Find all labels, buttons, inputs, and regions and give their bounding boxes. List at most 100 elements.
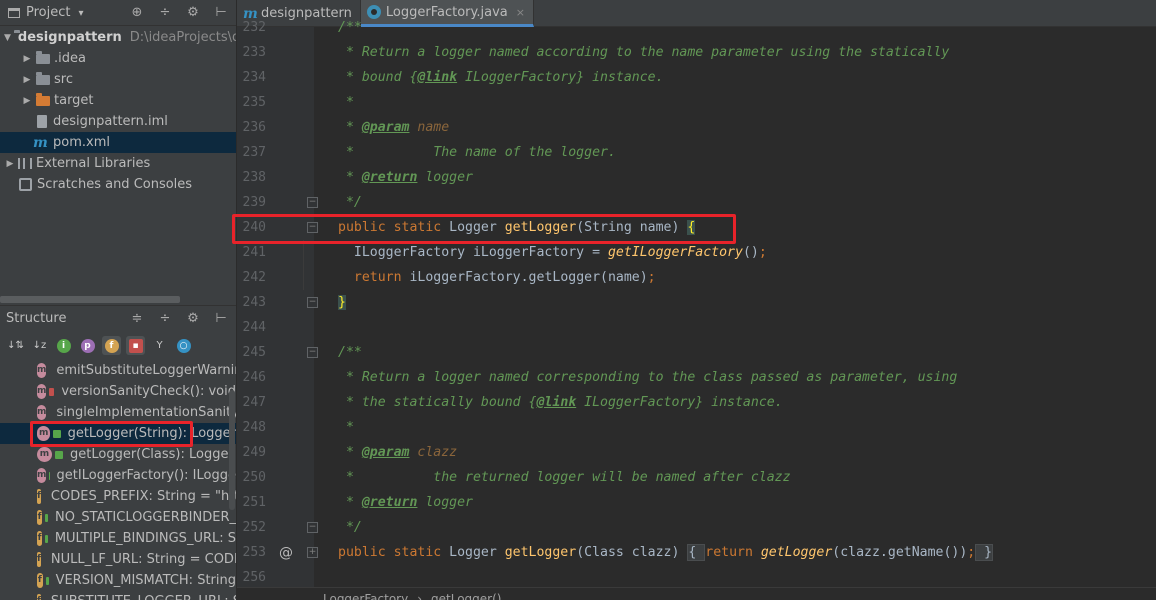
gear-icon[interactable]: ⚙: [184, 4, 202, 22]
annotation-highlight-code: [232, 214, 736, 244]
fold-toggle-icon[interactable]: −: [307, 522, 318, 533]
code-token: (clazz.getName()): [832, 545, 968, 560]
code-token: *: [338, 420, 354, 435]
expand-arrow-icon[interactable]: ▶: [4, 159, 16, 169]
project-path: D:\ideaProjects\de: [129, 30, 236, 45]
hide-icon[interactable]: ⊢: [212, 4, 230, 22]
code-line: 236 * @param name: [237, 115, 1156, 140]
tree-item[interactable]: Scratches and Consoles: [0, 174, 236, 195]
code-line: 251 * @return logger: [237, 490, 1156, 515]
code-text: * bound {@link ILoggerFactory} instance.: [338, 65, 664, 90]
fold-toggle-icon[interactable]: −: [307, 297, 318, 308]
show-properties-icon[interactable]: p: [78, 336, 97, 355]
show-non-public-icon[interactable]: ▪: [126, 335, 145, 355]
expand-arrow-icon[interactable]: ▶: [21, 75, 33, 85]
code-line: 235 *: [237, 90, 1156, 115]
globe-icon[interactable]: ⊕: [128, 4, 146, 22]
override-marker-icon[interactable]: @: [279, 546, 293, 560]
project-view-selector[interactable]: Project ▾: [26, 5, 84, 20]
method-icon: m: [37, 468, 47, 483]
code-token: @param: [361, 120, 410, 135]
code-token: @return: [361, 495, 418, 510]
code-token: *: [338, 495, 362, 510]
code-text: public static Logger getLogger(Class cla…: [338, 540, 994, 565]
show-inherited-icon[interactable]: i: [54, 336, 73, 355]
code-token: }: [975, 544, 994, 561]
breadcrumb-item[interactable]: getLogger(): [431, 592, 501, 600]
sort-by-visibility-icon[interactable]: ↓⇅: [6, 336, 25, 355]
structure-item[interactable]: f SUBSTITUTE_LOGGER_URL: S: [0, 591, 236, 600]
tree-item[interactable]: designpattern.iml: [0, 111, 236, 132]
autoscroll-icon[interactable]: ○: [174, 336, 193, 355]
structure-item[interactable]: m versionSanityCheck(): void: [0, 381, 236, 402]
code-token: iLoggerFactory.getLogger(name): [409, 270, 648, 285]
structure-item[interactable]: f CODES_PREFIX: String = "htt: [0, 486, 236, 507]
structure-item[interactable]: m getLogger(Class): Logger: [0, 444, 236, 465]
structure-item[interactable]: m singleImplementationSanityC: [0, 402, 236, 423]
structure-item-label: emitSubstituteLoggerWarnin: [56, 363, 236, 378]
line-number: 243: [242, 295, 266, 310]
collapse-icon[interactable]: ÷: [156, 4, 174, 22]
structure-item[interactable]: f VERSION_MISMATCH: String: [0, 570, 236, 591]
structure-item-label: NULL_LF_URL: String = CODE: [50, 552, 236, 567]
code-token: ;: [758, 245, 767, 260]
tree-item-label: pom.xml: [53, 135, 110, 150]
project-view-icon: [8, 7, 20, 18]
left-tool-window: Project ▾ ⊕ ÷ ⚙ ⊢ ▼ designpattern D:\ideaPr…: [0, 0, 236, 600]
collapse-icon[interactable]: ÷: [156, 310, 174, 328]
breadcrumb: LoggerFactory › getLogger(): [237, 587, 1156, 600]
expand-arrow-icon[interactable]: ▼: [4, 33, 11, 43]
horizontal-scrollbar[interactable]: [0, 296, 180, 303]
code-token: * the returned logger will be named afte…: [338, 470, 791, 485]
gear-icon[interactable]: ⚙: [184, 310, 202, 328]
structure-item[interactable]: f NO_STATICLOGGERBINDER_: [0, 507, 236, 528]
tree-item[interactable]: ▶ .idea: [0, 48, 236, 69]
structure-item[interactable]: m emitSubstituteLoggerWarnin: [0, 360, 236, 381]
tree-item[interactable]: ▶ src: [0, 69, 236, 90]
structure-scrollbar[interactable]: [229, 390, 235, 510]
expand-arrow-icon[interactable]: ▶: [21, 96, 33, 106]
tree-item-label: .idea: [54, 51, 86, 66]
fold-toggle-icon[interactable]: +: [307, 547, 318, 558]
show-lambdas-icon[interactable]: Y: [150, 336, 169, 355]
tree-item[interactable]: m pom.xml: [0, 132, 236, 153]
code-text: *: [338, 90, 354, 115]
breadcrumb-item[interactable]: LoggerFactory: [323, 592, 408, 600]
structure-item[interactable]: f NULL_LF_URL: String = CODE: [0, 549, 236, 570]
sort-alphabetically-icon[interactable]: ↓z: [30, 336, 49, 355]
code-line: 238 * @return logger: [237, 165, 1156, 190]
code-text: * Return a logger named according to the…: [338, 40, 949, 65]
code-text: * @return logger: [338, 490, 473, 515]
code-token: /**: [338, 345, 362, 360]
code-line: 243 −}: [237, 290, 1156, 315]
fold-toggle-icon[interactable]: −: [307, 197, 318, 208]
line-number: 245: [242, 345, 266, 360]
folder-icon: [36, 50, 50, 64]
line-number: 232: [242, 20, 266, 35]
structure-item-label: VERSION_MISMATCH: String: [55, 573, 236, 588]
hide-icon[interactable]: ⊢: [212, 310, 230, 328]
tree-item[interactable]: ▼ designpattern D:\ideaProjects\de: [0, 27, 236, 48]
expand-icon[interactable]: ≑: [128, 310, 146, 328]
tree-item[interactable]: ▶ External Libraries: [0, 153, 236, 174]
code-line: 239 − */: [237, 190, 1156, 215]
structure-item[interactable]: m getILoggerFactory(): ILogge: [0, 465, 236, 486]
code-token: (Class clazz): [576, 545, 688, 560]
code-token: /**: [338, 20, 362, 35]
method-icon: m: [37, 405, 47, 420]
code-token: Logger: [449, 545, 505, 560]
line-number: 253: [242, 545, 266, 560]
code-text: * @param name: [338, 115, 449, 140]
library-icon: [18, 158, 32, 169]
structure-item[interactable]: f MULTIPLE_BINDINGS_URL: S: [0, 528, 236, 549]
folder-icon: [36, 71, 50, 85]
code-line: 245 − /**: [237, 340, 1156, 365]
tree-item[interactable]: ▶ target: [0, 90, 236, 111]
target-folder-icon: [36, 92, 50, 106]
code-token: * Return a logger named according to the…: [338, 45, 950, 60]
show-fields-icon[interactable]: f: [102, 335, 121, 355]
expand-arrow-icon[interactable]: ▶: [21, 54, 33, 64]
code-token: ;: [647, 270, 656, 285]
fold-toggle-icon[interactable]: −: [307, 347, 318, 358]
line-number: 251: [242, 495, 266, 510]
